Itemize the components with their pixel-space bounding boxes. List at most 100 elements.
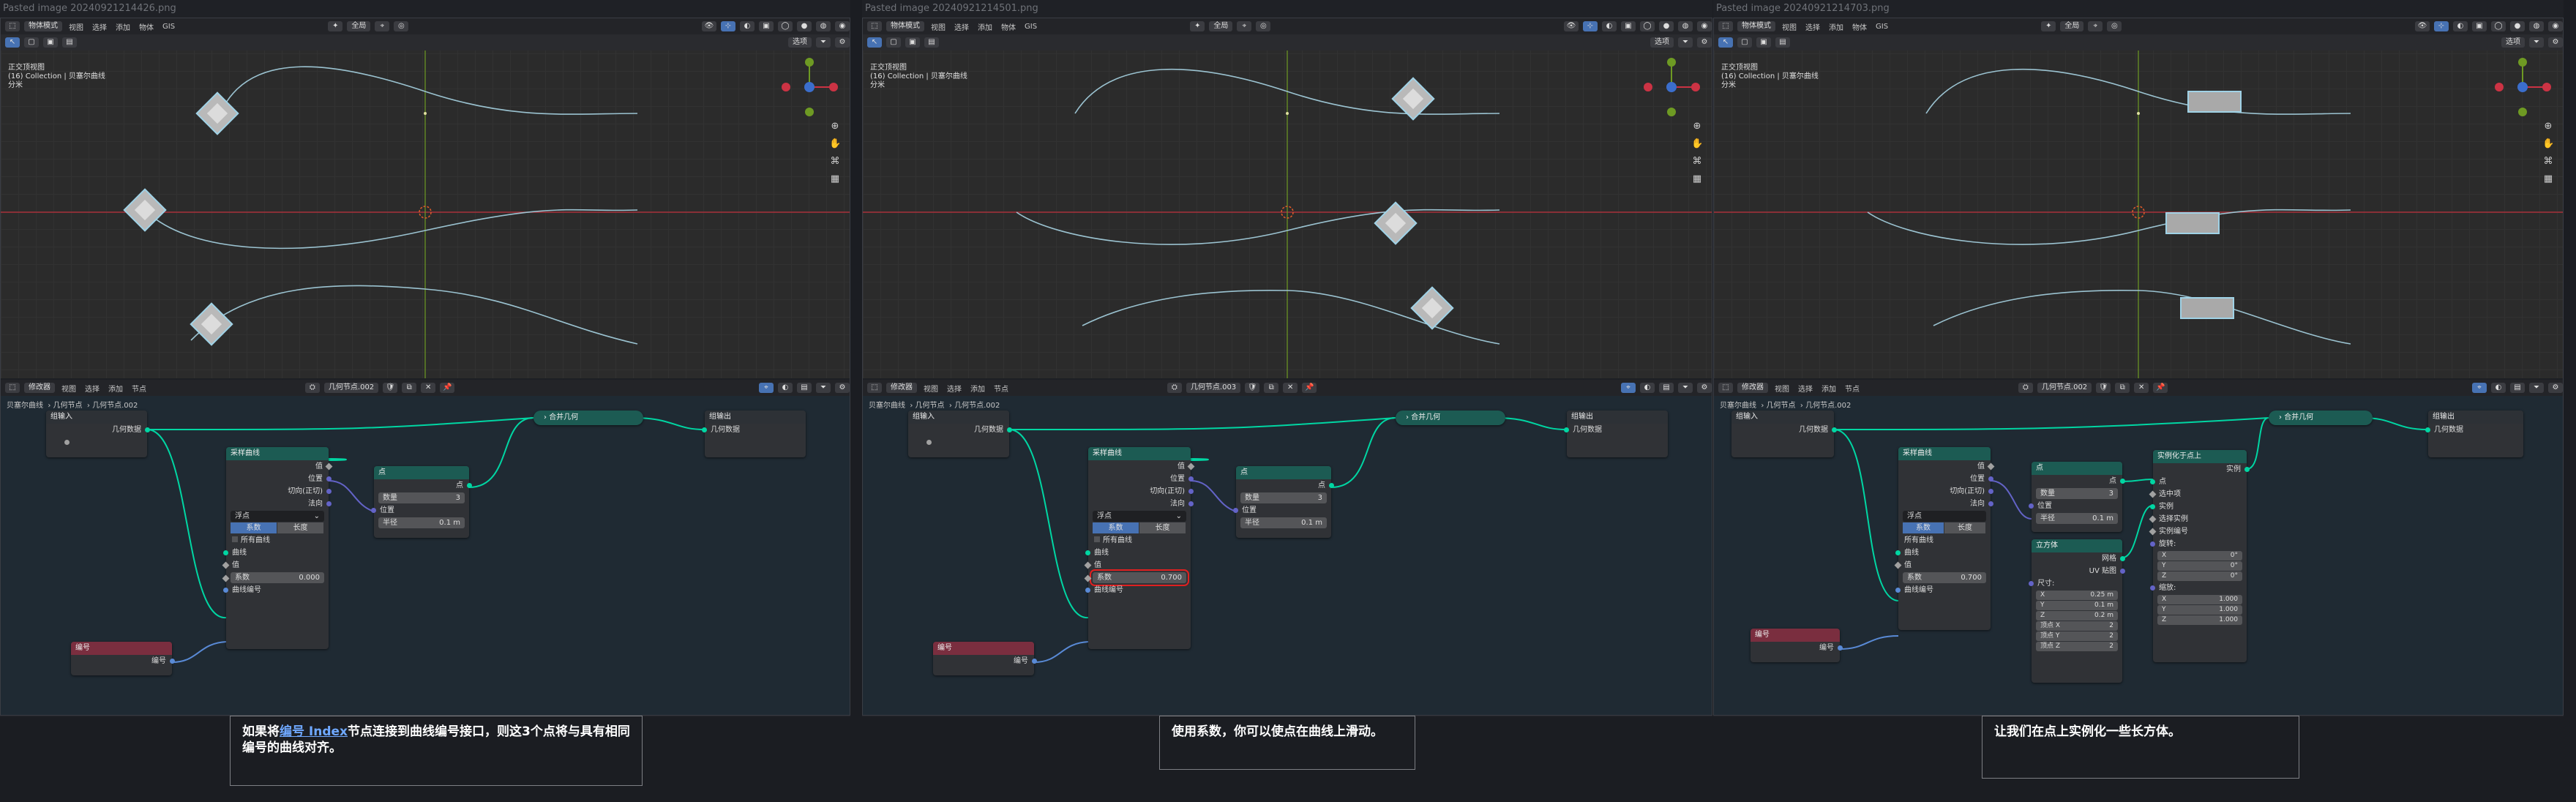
geometry-socket[interactable] (2425, 427, 2430, 432)
group-output-node[interactable]: 组输出 几何数据 (702, 411, 806, 457)
index-node[interactable]: 编号 编号 (1751, 629, 1843, 662)
data-type-dropdown[interactable]: 浮点 ⌄ (1093, 511, 1186, 522)
all-curves-checkbox[interactable]: 所有曲线 (1898, 534, 1991, 547)
mode-length[interactable]: 长度 (1139, 522, 1186, 533)
geometry-socket[interactable] (1329, 483, 1334, 488)
node-editor[interactable]: ⬚ 修改器 视图 选择 添加 节点 ⛭ 几何节点.003 🛡 ⧉ ✕ 📌 ⌖ ◐… (863, 380, 1712, 715)
grid-view-icon[interactable]: ▦ (1691, 173, 1703, 185)
vector-socket[interactable] (326, 489, 332, 494)
zoom-icon[interactable]: ⊕ (829, 121, 841, 132)
mode-factor[interactable]: 系数 (231, 522, 277, 533)
count-field[interactable]: 数量 3 (1240, 492, 1327, 503)
3d-viewport[interactable]: ⬚ 物体模式 视图 选择 添加 物体 GIS ✦ 全局 ⌖ ◎ 👁 ⊹ ◐ ▣ … (1, 18, 850, 378)
vertices-y-field[interactable]: 顶点 Y2 (2036, 632, 2118, 641)
vector-socket[interactable] (2120, 569, 2125, 574)
rotation-y-field[interactable]: Y 0° (2157, 561, 2242, 571)
caption-link-index[interactable]: 编号 Index (280, 724, 348, 739)
sample-curve-node[interactable]: 采样曲线 值 位置 切向(正切) 法向 浮点 ⌄ 系数 长度 所有曲线 曲线 值 系… (1084, 447, 1195, 649)
hand-pan-icon[interactable]: ✋ (829, 138, 841, 150)
rotation-x-field[interactable]: X 0° (2157, 551, 2242, 561)
vector-socket[interactable] (2029, 503, 2034, 509)
hand-pan-icon[interactable]: ✋ (2542, 138, 2554, 150)
empty-socket[interactable] (64, 440, 70, 445)
group-input-node[interactable]: 组输入 几何数据 (908, 411, 1012, 457)
geometry-socket[interactable] (1832, 427, 1837, 432)
pick-instance-checkbox[interactable]: 选择实例 (2149, 513, 2247, 525)
geometry-socket[interactable] (2150, 504, 2155, 509)
all-curves-checkbox[interactable]: 所有曲线 (226, 534, 329, 547)
mode-length[interactable]: 长度 (277, 522, 324, 533)
node-editor[interactable]: ⬚ 修改器 视图 选择 添加 节点 ⛭ 几何节点.002 🛡 ⧉ ✕ 📌 ⌖ ◐… (1, 380, 850, 715)
checkbox-icon[interactable] (232, 536, 238, 542)
geometry-socket[interactable] (2120, 479, 2125, 484)
vertices-x-field[interactable]: 顶点 X2 (2036, 621, 2118, 631)
geometry-socket[interactable] (223, 550, 228, 555)
rotation-z-field[interactable]: Z 0° (2157, 571, 2242, 581)
scale-y-field[interactable]: Y 1.000 (2157, 605, 2242, 615)
index-node[interactable]: 编号 编号 (933, 642, 1037, 675)
instance-on-points-node[interactable]: 实例化于点上 实例 点 选中项 实例 选择实例 实例编号 旋转: X 0° Y 0°… (2149, 450, 2250, 662)
vector-socket[interactable] (2150, 585, 2155, 591)
int-socket[interactable] (170, 659, 175, 664)
scale-x-field[interactable]: X 1.000 (2157, 595, 2242, 604)
join-geometry-node[interactable]: › 合并几何 (533, 411, 643, 425)
vector-socket[interactable] (1188, 489, 1194, 494)
int-socket[interactable] (1085, 588, 1090, 593)
count-field[interactable]: 数量 3 (2036, 488, 2118, 499)
factor-field[interactable]: 系数 0.700 (1903, 572, 1986, 583)
checkbox-icon[interactable] (1094, 536, 1100, 542)
size-x-field[interactable]: X 0.25 m (2036, 591, 2118, 600)
geometry-socket[interactable] (1007, 427, 1012, 432)
mode-switch[interactable]: 系数 长度 (1093, 522, 1186, 533)
points-node[interactable]: 点 点 数量 3 位置 半径 0.1 m (1233, 466, 1334, 538)
camera-icon[interactable]: ⌘ (1691, 156, 1703, 168)
vector-socket[interactable] (326, 476, 332, 481)
mode-factor[interactable]: 系数 (1903, 522, 1944, 533)
int-socket[interactable] (1032, 659, 1037, 664)
group-input-node[interactable]: 组输入 几何数据 (46, 411, 150, 457)
empty-socket[interactable] (926, 440, 932, 445)
mode-switch[interactable]: 系数 长度 (1903, 522, 1986, 533)
camera-icon[interactable]: ⌘ (829, 156, 841, 168)
int-socket[interactable] (1838, 645, 1843, 651)
radius-field[interactable]: 半径 0.1 m (2036, 513, 2118, 524)
vector-socket[interactable] (1188, 476, 1194, 481)
vector-socket[interactable] (371, 508, 376, 513)
data-type-dropdown[interactable]: 浮点 ⌄ (231, 511, 324, 522)
factor-field-highlighted[interactable]: 系数 0.700 (1084, 569, 1189, 586)
radius-field[interactable]: 半径 0.1 m (1240, 517, 1327, 528)
sample-curve-node[interactable]: 采样曲线 值 位置 切向(正切) 法向 浮点 ⌄ 系数 长度 所有曲线 曲线 值 系… (222, 447, 333, 649)
zoom-icon[interactable]: ⊕ (2542, 121, 2554, 132)
vector-socket[interactable] (1233, 508, 1238, 513)
group-output-node[interactable]: 组输出 几何数据 (2425, 411, 2523, 457)
geometry-socket[interactable] (1895, 550, 1901, 555)
vector-socket[interactable] (1988, 501, 1993, 506)
int-socket[interactable] (1895, 588, 1901, 593)
size-z-field[interactable]: Z 0.2 m (2036, 611, 2118, 621)
grid-view-icon[interactable]: ▦ (829, 173, 841, 185)
zoom-icon[interactable]: ⊕ (1691, 121, 1703, 132)
grid-view-icon[interactable]: ▦ (2542, 173, 2554, 185)
geometry-socket[interactable] (1564, 427, 1569, 432)
vector-socket[interactable] (1988, 489, 1993, 494)
factor-field[interactable]: 系数 0.000 (222, 572, 324, 583)
join-geometry-node[interactable]: › 合并几何 (1396, 411, 1505, 425)
cube-node[interactable]: 立方体 网格 UV 贴图 尺寸: X 0.25 m Y 0.1 m Z 0.2 m 顶… (2029, 539, 2125, 683)
3d-viewport[interactable]: ⬚ 物体模式 视图 选择 添加 物体 GIS ✦ 全局 ⌖ ◎ 👁 ⊹ ◐ ▣ … (863, 18, 1712, 378)
sample-curve-node[interactable]: 采样曲线 值 位置 切向(正切) 法向 浮点 系数 长度 所有曲线 曲线 值 系数… (1894, 447, 1995, 630)
3d-viewport[interactable]: ⬚ 物体模式 视图 选择 添加 物体 GIS ✦ 全局 ⌖ ◎ 👁 ⊹ ◐ ▣ … (1714, 18, 2563, 378)
geometry-socket[interactable] (2244, 467, 2250, 472)
geometry-socket[interactable] (1085, 550, 1090, 555)
vector-socket[interactable] (1188, 501, 1194, 506)
geometry-socket[interactable] (145, 427, 150, 432)
node-editor[interactable]: ⬚ 修改器 视图 选择 添加 节点 ⛭ 几何节点.002 🛡 ⧉ ✕ 📌 ⌖ ◐… (1714, 380, 2563, 715)
join-geometry-node[interactable]: › 合并几何 (2269, 411, 2373, 425)
count-field[interactable]: 数量 3 (378, 492, 465, 503)
points-node[interactable]: 点 点 数量 3 位置 半径 0.1 m (371, 466, 472, 538)
geometry-socket[interactable] (2120, 556, 2125, 561)
points-node[interactable]: 点 点 数量 3 位置 半径 0.1 m (2029, 462, 2125, 532)
geometry-socket[interactable] (2150, 479, 2155, 484)
radius-field[interactable]: 半径 0.1 m (378, 517, 465, 528)
vector-socket[interactable] (2029, 581, 2034, 586)
vector-socket[interactable] (2150, 541, 2155, 547)
